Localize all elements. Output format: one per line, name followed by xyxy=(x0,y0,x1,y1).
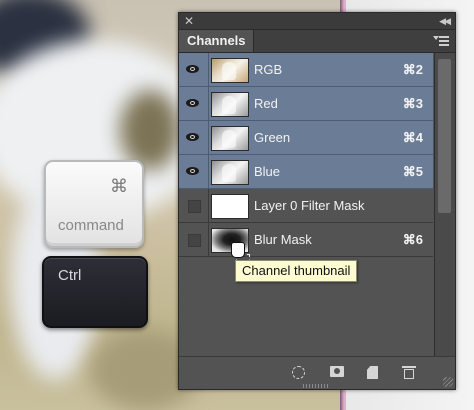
ctrl-key-label: Ctrl xyxy=(58,267,82,284)
eye-icon xyxy=(186,133,199,141)
channel-name: Green xyxy=(254,130,291,145)
channel-row-blur-mask[interactable]: Blur Mask ⌘6 xyxy=(179,223,433,257)
tooltip: Channel thumbnail xyxy=(235,260,358,282)
scrollbar-thumb[interactable] xyxy=(438,59,451,213)
command-key: ⌘ command xyxy=(44,160,144,248)
channel-thumbnail[interactable] xyxy=(211,92,249,117)
channel-thumbnail[interactable] xyxy=(211,58,249,83)
visibility-toggle[interactable] xyxy=(179,155,209,188)
channel-name: RGB xyxy=(254,62,283,77)
channel-name: Blue xyxy=(254,164,281,179)
scrollbar[interactable] xyxy=(434,53,455,356)
visibility-toggle[interactable] xyxy=(179,223,209,256)
photo-shadow xyxy=(120,90,180,170)
resize-corner-icon[interactable] xyxy=(443,377,453,387)
visibility-empty-box xyxy=(188,200,201,213)
ctrl-key: Ctrl xyxy=(42,256,148,328)
channel-shortcut: ⌘6 xyxy=(402,232,423,247)
channel-shortcut: ⌘4 xyxy=(402,130,423,145)
eye-icon xyxy=(186,167,199,175)
panel-menu-icon[interactable] xyxy=(433,34,449,48)
channel-shortcut: ⌘3 xyxy=(402,96,423,111)
channel-name: Red xyxy=(254,96,278,111)
resize-grip[interactable] xyxy=(303,384,329,388)
close-icon[interactable]: ✕ xyxy=(184,13,194,29)
collapse-icon[interactable]: ◀◀ xyxy=(439,13,451,29)
channel-name: Blur Mask xyxy=(254,232,312,247)
channel-shortcut: ⌘2 xyxy=(402,62,423,77)
channel-row-green[interactable]: Green ⌘4 xyxy=(179,121,433,155)
channel-row-layer-0-filter-mask[interactable]: Layer 0 Filter Mask xyxy=(179,189,433,223)
channel-list: RGB ⌘2 Red ⌘3 Green ⌘4 Blue ⌘5 Layer 0 F… xyxy=(179,53,433,257)
channel-thumbnail[interactable] xyxy=(211,126,249,151)
panel-footer xyxy=(179,356,455,389)
save-selection-icon[interactable] xyxy=(330,366,344,377)
channel-thumbnail[interactable] xyxy=(211,160,249,185)
visibility-toggle[interactable] xyxy=(179,87,209,120)
tab-channels[interactable]: Channels xyxy=(179,30,254,52)
panel-titlebar[interactable]: ✕ ◀◀ xyxy=(179,13,455,30)
visibility-empty-box xyxy=(188,234,201,247)
load-selection-icon[interactable] xyxy=(292,366,305,379)
command-key-label: command xyxy=(58,217,124,234)
delete-icon[interactable] xyxy=(402,366,416,379)
visibility-toggle[interactable] xyxy=(179,189,209,222)
channel-row-rgb[interactable]: RGB ⌘2 xyxy=(179,53,433,87)
channels-panel: ✕ ◀◀ Channels RGB ⌘2 Red ⌘3 Green ⌘4 Blu… xyxy=(178,12,456,390)
channel-row-red[interactable]: Red ⌘3 xyxy=(179,87,433,121)
panel-tabbar: Channels xyxy=(179,30,455,53)
visibility-toggle[interactable] xyxy=(179,121,209,154)
channel-row-blue[interactable]: Blue ⌘5 xyxy=(179,155,433,189)
new-channel-icon[interactable] xyxy=(367,366,378,379)
eye-icon xyxy=(186,65,199,73)
eye-icon xyxy=(186,99,199,107)
channel-thumbnail[interactable] xyxy=(211,194,249,219)
command-symbol: ⌘ xyxy=(110,176,128,196)
channel-name: Layer 0 Filter Mask xyxy=(254,198,365,213)
channel-shortcut: ⌘5 xyxy=(402,164,423,179)
visibility-toggle[interactable] xyxy=(179,53,209,86)
